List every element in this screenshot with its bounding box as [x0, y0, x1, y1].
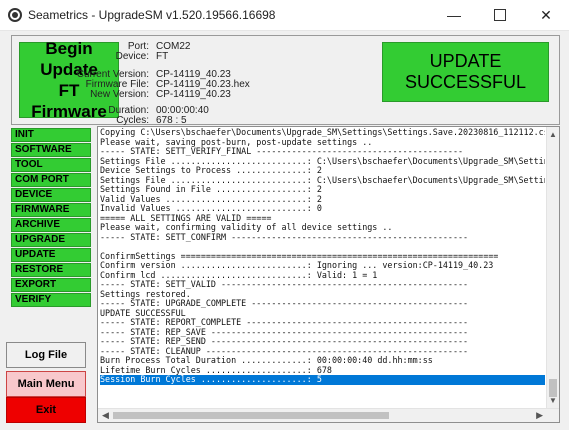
- log-line: Settings File ..........................…: [100, 156, 545, 166]
- menu-item-upgrade[interactable]: UPGRADE: [11, 233, 91, 247]
- menu-item-update[interactable]: UPDATE: [11, 248, 91, 262]
- vertical-scrollbar[interactable]: ▲ ▼: [546, 127, 559, 408]
- log-line: ----- STATE: REP_SEND ------------------…: [100, 337, 469, 346]
- menu-item-restore[interactable]: RESTORE: [11, 263, 91, 277]
- scroll-up-icon[interactable]: ▲: [549, 130, 557, 139]
- menu-item-export[interactable]: EXPORT: [11, 278, 91, 292]
- menu-item-com-port[interactable]: COM PORT: [11, 173, 91, 187]
- status-panel: Begin Update FT Firmware Port: COM22 Devic…: [11, 35, 560, 126]
- log-line: ----- STATE: SETT_VALID ----------------…: [100, 280, 469, 289]
- close-icon: ✕: [540, 6, 552, 23]
- scroll-left-icon[interactable]: ◀: [102, 410, 109, 421]
- log-line: Copying C:\Users\bschaefer\Documents\Upg…: [100, 128, 545, 137]
- info-label: Device:: [115, 51, 149, 62]
- horizontal-scroll-thumb[interactable]: [113, 412, 389, 419]
- exit-button[interactable]: Exit: [6, 397, 86, 423]
- menu-item-software[interactable]: SOFTWARE: [11, 143, 91, 157]
- log-line: ConfirmSettings ========================…: [100, 251, 499, 261]
- scroll-right-icon[interactable]: ▶: [536, 410, 543, 421]
- menu-item-archive[interactable]: ARCHIVE: [11, 218, 91, 232]
- maximize-icon: [494, 9, 506, 21]
- log-line: Invalid Values .........................…: [100, 204, 322, 213]
- log-line: ----- STATE: SETT_VERIFY_FINAL ---------…: [100, 147, 464, 156]
- vertical-scroll-thumb[interactable]: [549, 379, 557, 397]
- log-line: Settings Found in File .................…: [100, 185, 322, 194]
- app-icon: [8, 8, 22, 22]
- log-line: ===== ALL SETTINGS ARE VALID =====: [100, 213, 272, 223]
- title-bar: Seametrics - UpgradeSM v1.520.19566.1669…: [0, 0, 569, 31]
- info-label: New Version:: [90, 89, 149, 100]
- log-file-button[interactable]: Log File: [6, 342, 86, 368]
- log-line: ----- STATE: SETT_CONFIRM --------------…: [100, 232, 469, 242]
- horizontal-scrollbar[interactable]: ◀ ▶: [98, 408, 559, 422]
- update-status-indicator: UPDATE SUCCESSFUL: [382, 42, 549, 102]
- log-line: UPDATE SUCCESSFUL: [100, 308, 186, 318]
- info-label: Cycles:: [116, 115, 149, 126]
- menu-item-init[interactable]: INIT: [11, 128, 91, 142]
- log-line: Session Burn Cycles ....................…: [100, 375, 545, 385]
- log-line: Please wait, saving post-burn, post-upda…: [100, 137, 373, 147]
- log-line: Valid Values ...........................…: [100, 194, 322, 204]
- close-button[interactable]: ✕: [523, 0, 569, 30]
- log-line: ----- STATE: CLEANUP -------------------…: [100, 346, 469, 356]
- menu-item-firmware[interactable]: FIRMWARE: [11, 203, 91, 217]
- menu-item-verify[interactable]: VERIFY: [11, 293, 91, 307]
- info-value: CP-14119_40.23: [156, 89, 231, 100]
- scroll-down-icon[interactable]: ▼: [549, 396, 557, 405]
- log-output[interactable]: Copying C:\Users\bschaefer\Documents\Upg…: [97, 126, 560, 423]
- log-line: Confirm version ........................…: [100, 261, 494, 270]
- log-line: Device Settings to Process .............…: [100, 166, 322, 175]
- log-lines: Copying C:\Users\bschaefer\Documents\Upg…: [100, 128, 545, 385]
- log-line: Lifetime Burn Cycles ...................…: [100, 365, 332, 375]
- main-menu-button[interactable]: Main Menu: [6, 371, 86, 397]
- log-line: Please wait, confirming validity of all …: [100, 223, 393, 232]
- log-line: Confirm lcd ............................…: [100, 270, 378, 280]
- menu-item-tool[interactable]: TOOL: [11, 158, 91, 172]
- log-line: Settings File ..........................…: [100, 175, 545, 185]
- maximize-button[interactable]: [477, 0, 523, 30]
- info-value: 678 : 5: [156, 115, 187, 126]
- menu-item-device[interactable]: DEVICE: [11, 188, 91, 202]
- step-menu: INIT SOFTWARE TOOL COM PORT DEVICE FIRMWARE AR…: [11, 128, 91, 308]
- minimize-button[interactable]: —: [431, 0, 477, 30]
- log-line: ----- STATE: REP_SAVE ------------------…: [100, 327, 469, 337]
- info-value: FT: [156, 51, 169, 62]
- log-line: ----- STATE: UPGRADE_COMPLETE ----------…: [100, 299, 469, 308]
- log-line: ----- STATE: REPORT_COMPLETE -----------…: [100, 318, 469, 327]
- log-line: Settings restored.: [100, 289, 191, 299]
- minimize-icon: —: [447, 7, 461, 23]
- window-title: Seametrics - UpgradeSM v1.520.19566.1669…: [28, 8, 276, 22]
- log-line: Burn Process Total Duration ............…: [100, 356, 433, 365]
